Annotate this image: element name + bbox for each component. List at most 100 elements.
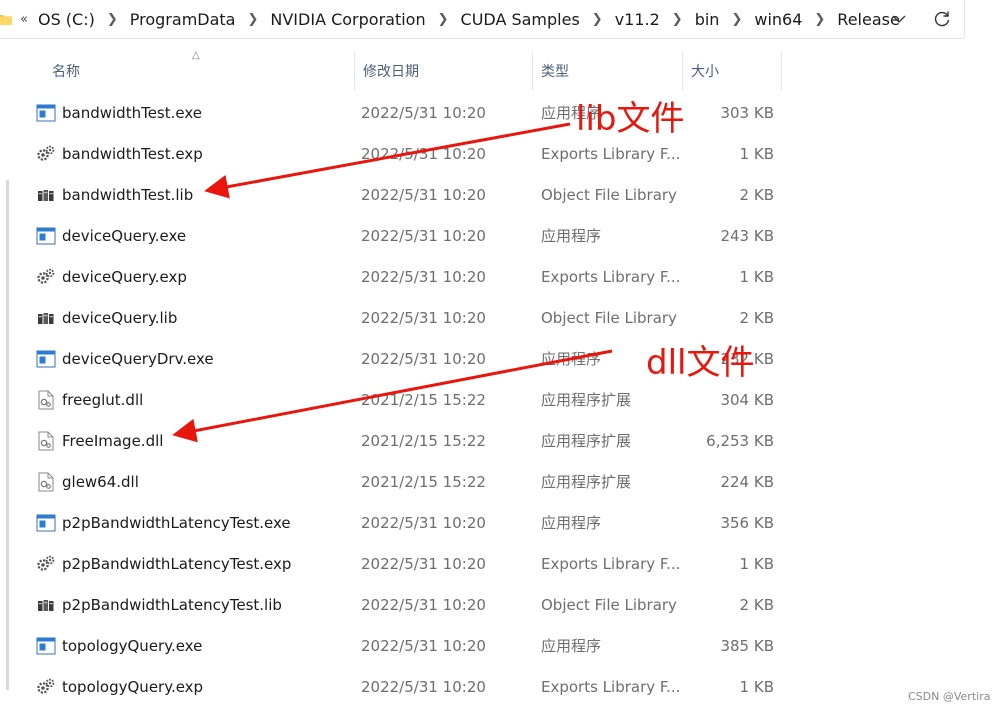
file-row[interactable]: freeglut.dll 2021/2/15 15:22 应用程序扩展 304 KB <box>36 379 784 420</box>
column-date-label: 修改日期 <box>363 64 419 80</box>
file-row[interactable]: p2pBandwidthLatencyTest.lib 2022/5/31 10:… <box>36 584 784 625</box>
exe-icon <box>36 513 56 533</box>
breadcrumb: « OS (C:) ❯ ProgramData ❯ NVIDIA Corpora… <box>0 0 902 38</box>
exp-icon <box>36 144 56 164</box>
chevron-right-icon[interactable]: ❯ <box>592 12 603 27</box>
exp-icon <box>36 554 56 574</box>
breadcrumb-item-cuda-samples[interactable]: CUDA Samples <box>459 10 582 29</box>
column-size[interactable]: 大小 <box>682 52 782 90</box>
file-type: 应用程序 <box>541 637 602 655</box>
file-date: 2021/2/15 15:22 <box>361 431 486 450</box>
exp-icon <box>36 677 56 697</box>
navigation-pane-scrollbar[interactable] <box>6 180 9 690</box>
file-date: 2021/2/15 15:22 <box>361 472 486 491</box>
breadcrumb-item-drive[interactable]: OS (C:) <box>36 10 97 29</box>
file-date: 2021/2/15 15:22 <box>361 390 486 409</box>
exe-icon <box>36 226 56 246</box>
file-row[interactable]: deviceQuery.exp 2022/5/31 10:20 Exports Li… <box>36 256 784 297</box>
column-size-label: 大小 <box>691 64 719 80</box>
chevron-right-icon[interactable]: ❯ <box>438 12 449 27</box>
chevron-right-icon[interactable]: ❯ <box>107 12 118 27</box>
file-type: Exports Library F... <box>541 554 681 573</box>
column-name-label: 名称 <box>52 64 80 80</box>
file-type: 应用程序 <box>541 350 602 368</box>
file-row[interactable]: bandwidthTest.lib 2022/5/31 10:20 Object F… <box>36 174 784 215</box>
breadcrumb-item-version[interactable]: v11.2 <box>613 10 662 29</box>
exe-icon <box>36 636 56 656</box>
file-type: Object File Library <box>541 595 677 614</box>
column-name[interactable]: 名称 △ <box>36 50 354 90</box>
file-row[interactable]: bandwidthTest.exp 2022/5/31 10:20 Exports … <box>36 133 784 174</box>
address-bar[interactable]: « OS (C:) ❯ ProgramData ❯ NVIDIA Corpora… <box>0 0 964 39</box>
column-header: 名称 △ 修改日期 类型 大小 <box>36 50 784 90</box>
file-row[interactable]: topologyQuery.exe 2022/5/31 10:20 应用程序 385 … <box>36 625 784 666</box>
file-name: p2pBandwidthLatencyTest.exp <box>62 554 292 573</box>
file-date: 2022/5/31 10:20 <box>361 185 486 204</box>
file-size: 1 KB <box>739 144 774 163</box>
chevron-right-icon[interactable]: ❯ <box>247 12 258 27</box>
file-row[interactable]: p2pBandwidthLatencyTest.exe 2022/5/31 10:… <box>36 502 784 543</box>
file-type: 应用程序扩展 <box>541 473 632 491</box>
file-row[interactable]: p2pBandwidthLatencyTest.exp 2022/5/31 10:… <box>36 543 784 584</box>
file-name: deviceQuery.exe <box>62 226 187 245</box>
file-date: 2022/5/31 10:20 <box>361 636 486 655</box>
file-name: freeglut.dll <box>62 390 144 409</box>
breadcrumb-item-nvidia[interactable]: NVIDIA Corporation <box>268 10 427 29</box>
file-row[interactable]: deviceQuery.lib 2022/5/31 10:20 Object Fil… <box>36 297 784 338</box>
file-row[interactable]: FreeImage.dll 2021/2/15 15:22 应用程序扩展 6,253 … <box>36 420 784 461</box>
chevron-down-icon <box>892 15 906 23</box>
lib-icon <box>36 185 56 205</box>
file-type: 应用程序 <box>541 514 602 532</box>
refresh-icon <box>934 11 950 27</box>
chevron-right-icon[interactable]: ❯ <box>672 12 683 27</box>
file-name: deviceQuery.lib <box>62 308 178 327</box>
file-row[interactable]: deviceQuery.exe 2022/5/31 10:20 应用程序 243 KB <box>36 215 784 256</box>
chevron-right-icon[interactable]: ❯ <box>731 12 742 27</box>
exp-icon <box>36 267 56 287</box>
file-date: 2022/5/31 10:20 <box>361 554 486 573</box>
file-type: Object File Library <box>541 185 677 204</box>
file-name: p2pBandwidthLatencyTest.lib <box>62 595 282 614</box>
exe-icon <box>36 349 56 369</box>
address-history-dropdown[interactable] <box>884 0 914 38</box>
file-name: deviceQueryDrv.exe <box>62 349 214 368</box>
dll-icon <box>36 390 56 410</box>
file-date: 2022/5/31 10:20 <box>361 308 486 327</box>
overflow-chevron-icon[interactable]: « <box>20 12 28 27</box>
file-name: deviceQuery.exp <box>62 267 187 286</box>
search-box-edge[interactable] <box>964 0 1006 38</box>
chevron-right-icon[interactable]: ❯ <box>814 12 825 27</box>
file-type: Exports Library F... <box>541 677 681 696</box>
file-type: Exports Library F... <box>541 267 681 286</box>
file-size: 2 KB <box>739 308 774 327</box>
file-size: 1 KB <box>739 267 774 286</box>
lib-icon <box>36 308 56 328</box>
column-date[interactable]: 修改日期 <box>354 52 532 90</box>
file-name: bandwidthTest.lib <box>62 185 194 204</box>
file-size: 2 KB <box>739 595 774 614</box>
lib-annotation-label: lib文件 <box>576 99 685 139</box>
file-type: 应用程序 <box>541 227 602 245</box>
file-name: glew64.dll <box>62 472 139 491</box>
file-row[interactable]: topologyQuery.exp 2022/5/31 10:20 Exports … <box>36 666 784 707</box>
exe-icon <box>36 103 56 123</box>
refresh-button[interactable] <box>924 0 960 38</box>
file-size: 304 KB <box>720 390 774 409</box>
lib-icon <box>36 595 56 615</box>
file-name: p2pBandwidthLatencyTest.exe <box>62 513 291 532</box>
file-name: bandwidthTest.exe <box>62 103 203 122</box>
column-type[interactable]: 类型 <box>532 52 682 90</box>
dll-icon <box>36 472 56 492</box>
breadcrumb-item-win64[interactable]: win64 <box>752 10 804 29</box>
file-date: 2022/5/31 10:20 <box>361 267 486 286</box>
file-row[interactable]: glew64.dll 2021/2/15 15:22 应用程序扩展 224 KB <box>36 461 784 502</box>
file-name: bandwidthTest.exp <box>62 144 203 163</box>
file-date: 2022/5/31 10:20 <box>361 595 486 614</box>
file-date: 2022/5/31 10:20 <box>361 513 486 532</box>
file-date: 2022/5/31 10:20 <box>361 226 486 245</box>
file-type: 应用程序扩展 <box>541 391 632 409</box>
file-size: 243 KB <box>720 226 774 245</box>
breadcrumb-item-bin[interactable]: bin <box>693 10 722 29</box>
breadcrumb-item-programdata[interactable]: ProgramData <box>128 10 238 29</box>
file-size: 385 KB <box>720 636 774 655</box>
